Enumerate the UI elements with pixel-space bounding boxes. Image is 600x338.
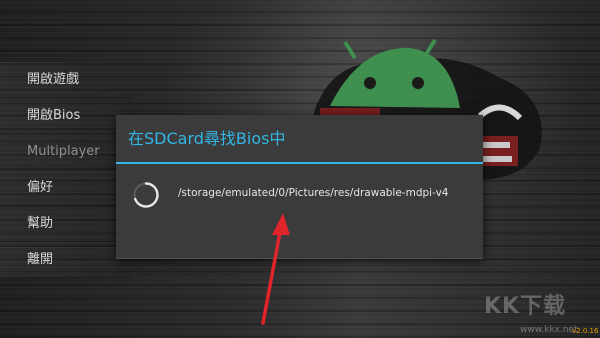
watermark-brand: KK下载 bbox=[484, 294, 567, 319]
main-menu: 開啟遊戲 開啟Bios Multiplayer 偏好 幫助 離開 bbox=[0, 62, 130, 278]
menu-item-preferences[interactable]: 偏好 bbox=[0, 170, 130, 206]
menu-item-multiplayer[interactable]: Multiplayer bbox=[0, 134, 130, 170]
menu-item-open-bios[interactable]: 開啟Bios bbox=[0, 98, 130, 134]
menu-item-exit[interactable]: 離開 bbox=[0, 242, 130, 278]
annotation-arrow-icon bbox=[261, 213, 290, 325]
menu-item-help[interactable]: 幫助 bbox=[0, 206, 130, 242]
version-label: v2.0.16 bbox=[572, 327, 599, 335]
dialog-message: /storage/emulated/0/Pictures/res/drawabl… bbox=[178, 187, 449, 199]
menu-item-open-game[interactable]: 開啟遊戲 bbox=[0, 62, 130, 98]
loading-spinner-icon bbox=[133, 182, 159, 208]
dialog-title: 在SDCard尋找Bios中 bbox=[128, 129, 286, 148]
watermark-url: www.kkx.net bbox=[520, 325, 578, 335]
